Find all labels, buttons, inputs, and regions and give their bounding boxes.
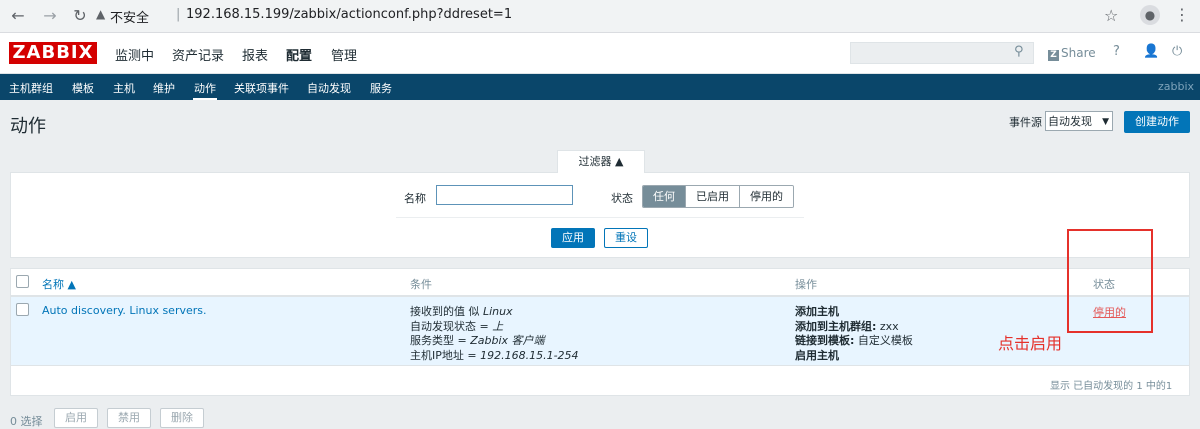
column-header-operations: 操作 xyxy=(795,278,817,291)
status-option-disabled[interactable]: 停用的 xyxy=(739,186,793,207)
table-summary: 显示 已自动发现的 1 中的1 xyxy=(1050,381,1173,392)
search-icon[interactable]: ⚲ xyxy=(1014,44,1024,59)
selected-count: 0 选择 xyxy=(10,415,43,428)
operation-line: 添加主机 xyxy=(795,305,839,318)
logout-icon[interactable]: ⏻ xyxy=(1172,44,1182,59)
back-arrow-icon[interactable]: ← xyxy=(8,6,28,26)
create-action-button[interactable]: 创建动作 xyxy=(1124,111,1190,133)
sub-navigation xyxy=(0,74,1200,100)
url-text[interactable]: 192.168.15.199/zabbix/actionconf.php?ddr… xyxy=(186,7,512,22)
bookmark-star-icon[interactable]: ☆ xyxy=(1104,6,1118,25)
operation-line: 启用主机 xyxy=(795,349,839,362)
mass-enable-button[interactable]: 启用 xyxy=(54,408,98,428)
operation-line: 链接到模板: 自定义模板 xyxy=(795,334,913,347)
share-icon: Z xyxy=(1048,50,1059,61)
warning-triangle-icon[interactable]: ▲ xyxy=(96,7,105,21)
chevron-down-icon: ▼ xyxy=(1102,117,1109,127)
condition-line: 主机IP地址 = 192.168.15.1-254 xyxy=(410,349,579,362)
select-all-checkbox[interactable] xyxy=(16,275,29,288)
url-separator: | xyxy=(176,7,181,22)
subnav-templates[interactable]: 模板 xyxy=(72,80,94,96)
mass-disable-button[interactable]: 禁用 xyxy=(107,408,151,428)
subnav-hosts[interactable]: 主机 xyxy=(113,80,135,96)
row-checkbox[interactable] xyxy=(16,303,29,316)
menu-reports[interactable]: 报表 xyxy=(242,45,268,64)
condition-line: 服务类型 = Zabbix 客户端 xyxy=(410,334,545,347)
action-name-link[interactable]: Auto discovery. Linux servers. xyxy=(42,304,207,317)
reset-button[interactable]: 重设 xyxy=(604,228,648,248)
share-link[interactable]: Z Share xyxy=(1048,46,1096,61)
event-source-label: 事件源 xyxy=(1009,116,1042,129)
subnav-discovery[interactable]: 自动发现 xyxy=(307,80,351,96)
menu-monitoring[interactable]: 监测中 xyxy=(115,45,154,64)
reload-icon[interactable]: ↻ xyxy=(70,6,90,26)
menu-configuration[interactable]: 配置 xyxy=(286,45,312,64)
filter-tab[interactable]: 过滤器 ▲ xyxy=(557,150,645,173)
status-filter-label: 状态 xyxy=(611,192,633,205)
user-profile-icon[interactable]: 👤 xyxy=(1143,44,1159,59)
status-option-any[interactable]: 任何 xyxy=(643,186,685,207)
name-filter-input[interactable] xyxy=(436,185,573,205)
share-label: Share xyxy=(1061,46,1096,60)
browser-menu-icon[interactable]: ⋮ xyxy=(1174,5,1190,24)
annotation-text: 点击启用 xyxy=(998,334,1063,353)
menu-administration[interactable]: 管理 xyxy=(331,45,357,64)
subnav-event-correlation[interactable]: 关联项事件 xyxy=(234,80,289,96)
subnav-services[interactable]: 服务 xyxy=(370,80,392,96)
apply-button[interactable]: 应用 xyxy=(551,228,595,248)
forward-arrow-icon[interactable]: → xyxy=(40,6,60,26)
event-source-value: 自动发现 xyxy=(1048,115,1092,128)
subnav-host-groups[interactable]: 主机群组 xyxy=(9,80,53,96)
condition-line: 接收到的值 似 Linux xyxy=(410,305,513,318)
subnav-maintenance[interactable]: 维护 xyxy=(153,80,175,96)
subnav-brand: zabbix xyxy=(1158,80,1195,93)
profile-avatar-icon[interactable]: ● xyxy=(1140,5,1160,25)
column-header-conditions: 条件 xyxy=(410,278,432,291)
status-option-enabled[interactable]: 已启用 xyxy=(685,186,739,207)
subnav-active-indicator xyxy=(193,98,217,100)
subnav-actions[interactable]: 动作 xyxy=(194,80,216,96)
name-filter-label: 名称 xyxy=(404,192,426,205)
help-icon[interactable]: ? xyxy=(1113,44,1120,59)
zabbix-logo[interactable]: ZABBIX xyxy=(9,42,97,64)
column-header-name[interactable]: 名称 ▲ xyxy=(42,276,76,292)
event-source-select[interactable]: 自动发现 ▼ xyxy=(1045,111,1113,131)
security-warning[interactable]: 不安全 xyxy=(110,7,149,26)
search-input[interactable] xyxy=(850,42,1034,64)
menu-inventory[interactable]: 资产记录 xyxy=(172,45,224,64)
table-row-divider xyxy=(11,365,1189,366)
page-title: 动作 xyxy=(10,116,46,137)
filter-divider xyxy=(396,217,804,218)
filter-panel xyxy=(10,172,1190,258)
annotation-highlight-box xyxy=(1067,229,1153,333)
mass-delete-button[interactable]: 删除 xyxy=(160,408,204,428)
status-filter-segmented: 任何 已启用 停用的 xyxy=(642,185,794,208)
